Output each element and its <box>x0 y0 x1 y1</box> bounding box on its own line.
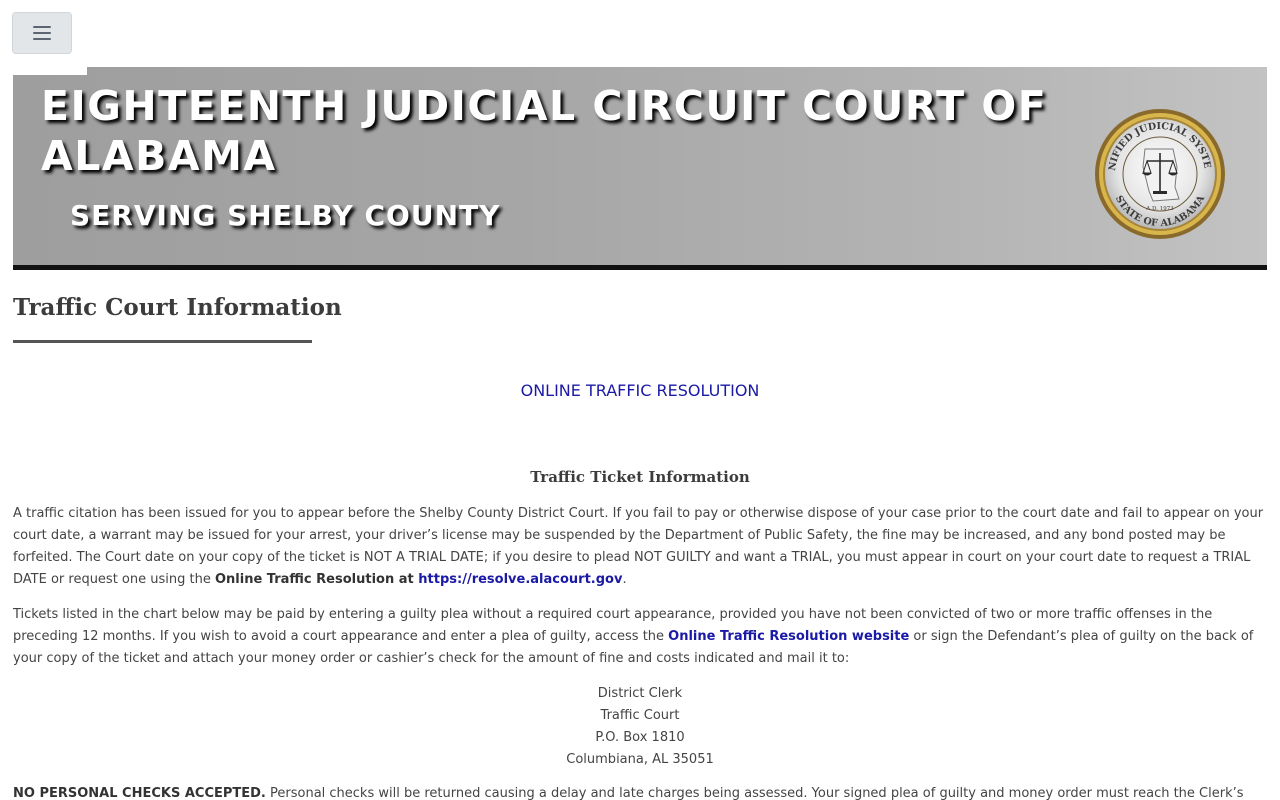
citation-text: A traffic citation has been issued for y… <box>13 506 1264 587</box>
mailing-address: District Clerk Traffic Court P.O. Box 18… <box>0 683 1280 771</box>
online-resolution-label: Online Traffic Resolution at <box>214 572 419 587</box>
seal-center-text: A.D. 1973 <box>1145 206 1174 212</box>
address-line: District Clerk <box>597 686 683 701</box>
banner-notch <box>13 67 87 75</box>
resolve-alacourt-link[interactable]: https://resolve.alacourt.gov <box>418 572 622 587</box>
no-personal-checks-label: NO PERSONAL CHECKS ACCEPTED. <box>13 786 266 800</box>
citation-end: . <box>622 572 627 587</box>
address-line: P.O. Box 1810 <box>595 730 685 745</box>
menu-toggle-button[interactable] <box>12 12 72 54</box>
title-underline <box>13 340 312 343</box>
site-subtitle: SERVING SHELBY COUNTY <box>70 199 501 232</box>
online-resolution-website-link[interactable]: Online Traffic Resolution website <box>668 629 909 644</box>
court-seal-icon: UNIFIED JUDICIAL SYSTEM STATE OF ALABAMA… <box>1093 107 1225 239</box>
page-title: Traffic Court Information <box>13 294 342 321</box>
no-personal-checks-paragraph: NO PERSONAL CHECKS ACCEPTED. Personal ch… <box>13 783 1267 800</box>
hamburger-icon <box>33 26 51 40</box>
address-line: Traffic Court <box>600 708 680 723</box>
site-banner: EIGHTEENTH JUDICIAL CIRCUIT COURT OF ALA… <box>13 67 1267 270</box>
page: EIGHTEENTH JUDICIAL CIRCUIT COURT OF ALA… <box>0 0 1280 800</box>
address-line: Columbiana, AL 35051 <box>566 752 714 767</box>
site-title: EIGHTEENTH JUDICIAL CIRCUIT COURT OF ALA… <box>41 82 1048 180</box>
online-traffic-resolution-link[interactable]: ONLINE TRAFFIC RESOLUTION <box>521 381 760 400</box>
guilty-plea-paragraph: Tickets listed in the chart below may be… <box>13 604 1267 670</box>
online-resolution-link-container: ONLINE TRAFFIC RESOLUTION <box>0 381 1280 400</box>
citation-paragraph: A traffic citation has been issued for y… <box>13 503 1267 591</box>
section-heading: Traffic Ticket Information <box>530 468 750 486</box>
